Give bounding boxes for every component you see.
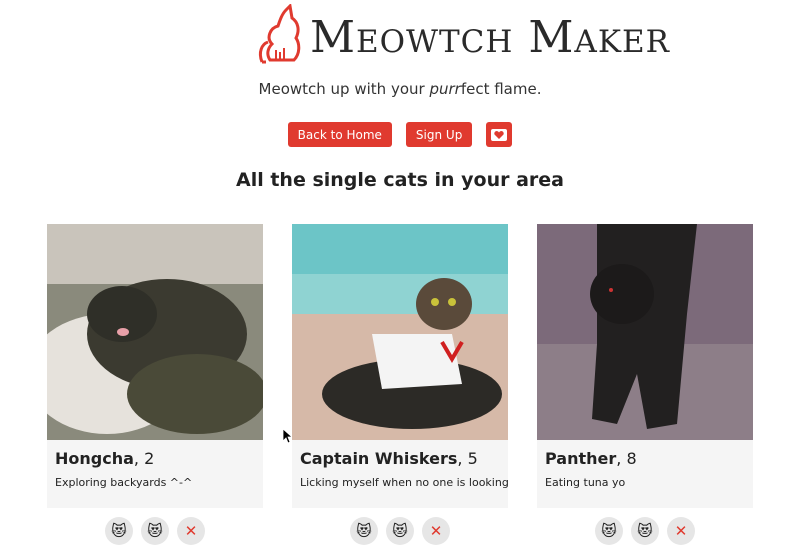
- cat-age: , 8: [616, 449, 637, 468]
- cat-name: Captain Whiskers: [300, 449, 458, 468]
- cat-card[interactable]: Panther, 8 Eating tuna yo 😻 😻 ✕: [537, 224, 753, 545]
- pass-button[interactable]: ✕: [177, 517, 205, 545]
- favorites-button[interactable]: [486, 122, 513, 147]
- cat-logo-icon: [258, 4, 301, 64]
- mouse-cursor-icon: [282, 428, 292, 444]
- cat-photo: [537, 224, 753, 440]
- smiling-cat-icon: 😻: [356, 522, 372, 540]
- cat-name: Panther: [545, 449, 617, 468]
- cat-name: Hongcha: [55, 449, 134, 468]
- cat-age: , 5: [457, 449, 478, 468]
- close-icon: ✕: [184, 522, 198, 540]
- cat-bio: Eating tuna yo: [545, 476, 626, 489]
- card-actions: 😻 😻 ✕: [292, 517, 508, 545]
- cat-bio: Licking myself when no one is looking: [300, 476, 509, 489]
- love-button[interactable]: 😻: [631, 517, 659, 545]
- love-button[interactable]: 😻: [141, 517, 169, 545]
- cat-card[interactable]: Hongcha, 2 Exploring backyards ^-^ 😻 😻 ✕: [47, 224, 263, 545]
- back-to-home-button[interactable]: Back to Home: [287, 122, 392, 147]
- cat-info: Captain Whiskers, 5 Licking myself when …: [292, 440, 509, 508]
- smiling-cat-icon: 😻: [601, 522, 617, 540]
- like-button[interactable]: 😻: [595, 517, 623, 545]
- heart-eyes-cat-icon: 😻: [392, 522, 408, 540]
- sign-up-button[interactable]: Sign Up: [405, 122, 473, 147]
- nav-bar: Back to Home Sign Up: [0, 122, 800, 147]
- cat-info: Hongcha, 2 Exploring backyards ^-^: [47, 440, 263, 508]
- brand-title: Meowtch Maker: [310, 12, 670, 63]
- like-button[interactable]: 😻: [105, 517, 133, 545]
- heart-eyes-cat-icon: 😻: [637, 522, 653, 540]
- close-icon: ✕: [674, 522, 688, 540]
- header: Meowtch Maker: [0, 0, 800, 80]
- pass-button[interactable]: ✕: [422, 517, 450, 545]
- cat-photo: [292, 224, 508, 440]
- smiling-cat-icon: 😻: [111, 522, 127, 540]
- pass-button[interactable]: ✕: [667, 517, 695, 545]
- cat-photo: [47, 224, 263, 440]
- tagline: Meowtch up with your purrfect flame.: [258, 80, 542, 98]
- cat-bio: Exploring backyards ^-^: [55, 476, 193, 489]
- card-actions: 😻 😻 ✕: [47, 517, 263, 545]
- heart-eyes-cat-icon: 😻: [147, 522, 163, 540]
- close-icon: ✕: [429, 522, 443, 540]
- like-button[interactable]: 😻: [350, 517, 378, 545]
- cat-cards: Hongcha, 2 Exploring backyards ^-^ 😻 😻 ✕…: [47, 224, 753, 545]
- love-button[interactable]: 😻: [386, 517, 414, 545]
- section-title: All the single cats in your area: [235, 169, 564, 191]
- card-actions: 😻 😻 ✕: [537, 517, 753, 545]
- cat-age: , 2: [133, 449, 155, 468]
- cat-card[interactable]: Captain Whiskers, 5 Licking myself when …: [292, 224, 509, 545]
- heart-icon: [491, 128, 508, 141]
- cat-info: Panther, 8 Eating tuna yo: [537, 440, 753, 508]
